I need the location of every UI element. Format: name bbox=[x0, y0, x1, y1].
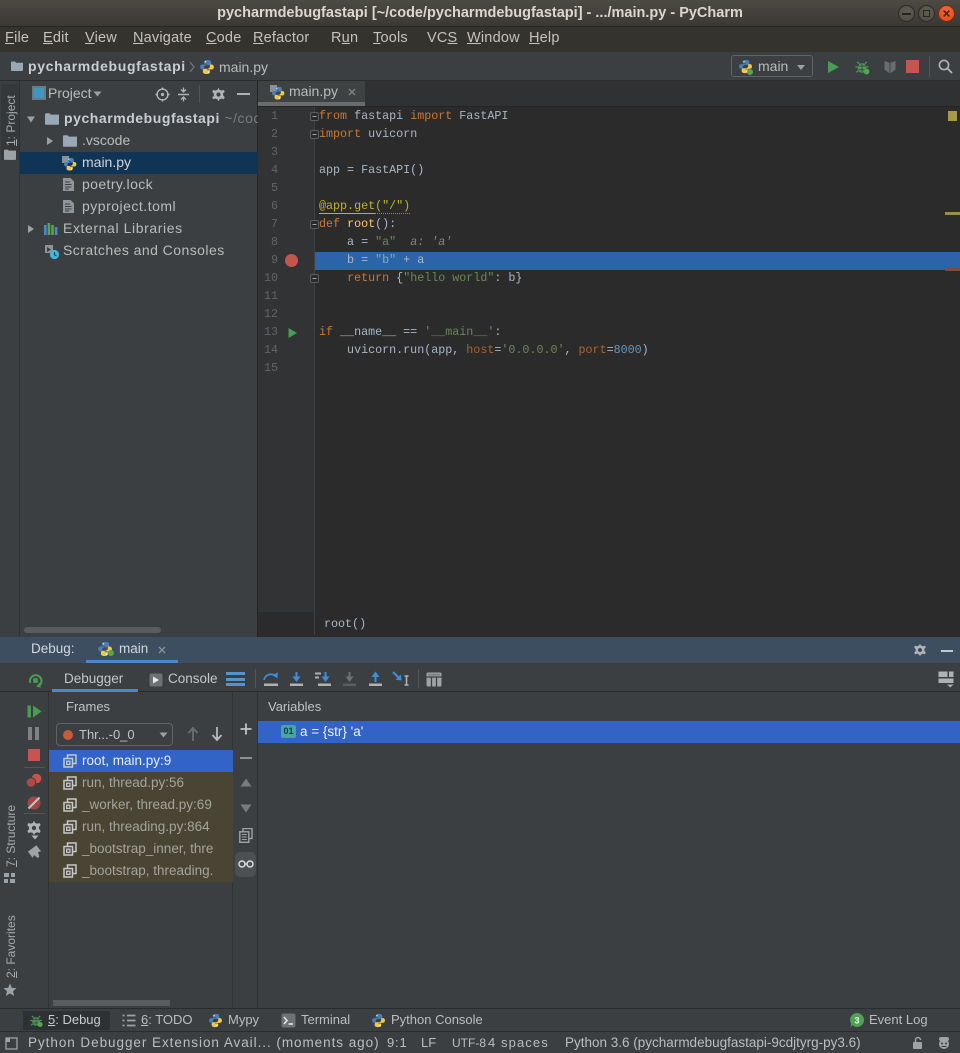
svg-text:3: 3 bbox=[854, 1016, 859, 1026]
